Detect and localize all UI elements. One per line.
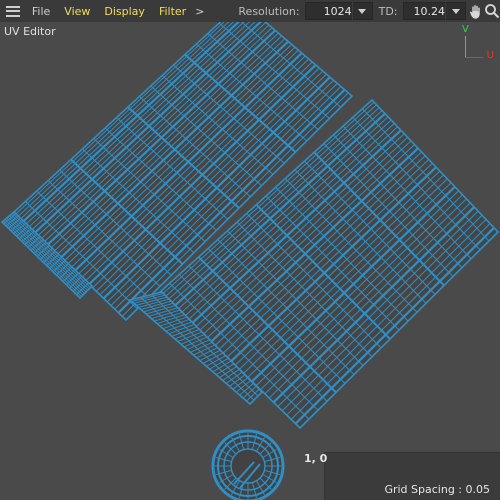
hamburger-icon[interactable] bbox=[6, 5, 20, 17]
menu-file[interactable]: File bbox=[25, 5, 57, 18]
zoom-icon[interactable] bbox=[484, 2, 500, 20]
uv-viewport[interactable]: UV Editor V U Grid Spacing : 0.05 1, 0 bbox=[0, 22, 500, 500]
grid-info-panel: Grid Spacing : 0.05 bbox=[324, 452, 500, 500]
axis-v-label: V bbox=[462, 24, 469, 35]
coordinate-readout: 1, 0 bbox=[304, 452, 328, 465]
chevron-down-icon[interactable] bbox=[445, 2, 465, 20]
axis-v-line bbox=[465, 36, 466, 57]
grid-spacing-readout: Grid Spacing : 0.05 bbox=[384, 483, 490, 496]
td-dropdown[interactable]: 10.24 bbox=[402, 2, 466, 20]
menu-view[interactable]: View bbox=[57, 5, 97, 18]
menu-bar: File View Display Filter > Resolution: 1… bbox=[0, 0, 500, 22]
chevron-down-icon[interactable] bbox=[351, 2, 372, 20]
td-value: 10.24 bbox=[413, 4, 446, 18]
td-label: TD: bbox=[378, 4, 398, 18]
axis-u-label: U bbox=[486, 50, 494, 61]
menu-overflow-button[interactable]: > bbox=[195, 5, 204, 18]
uv-wireframe[interactable] bbox=[0, 22, 500, 500]
menu-filter[interactable]: Filter bbox=[152, 5, 193, 18]
editor-title: UV Editor bbox=[4, 25, 56, 38]
axis-u-line bbox=[465, 57, 483, 58]
hand-pan-icon[interactable] bbox=[468, 2, 484, 20]
uv-axis-gizmo: V U bbox=[462, 24, 494, 62]
resolution-dropdown[interactable]: 1024 bbox=[304, 2, 373, 20]
resolution-label: Resolution: bbox=[238, 4, 300, 18]
resolution-value: 1024 bbox=[323, 4, 352, 18]
menu-display[interactable]: Display bbox=[97, 5, 152, 18]
